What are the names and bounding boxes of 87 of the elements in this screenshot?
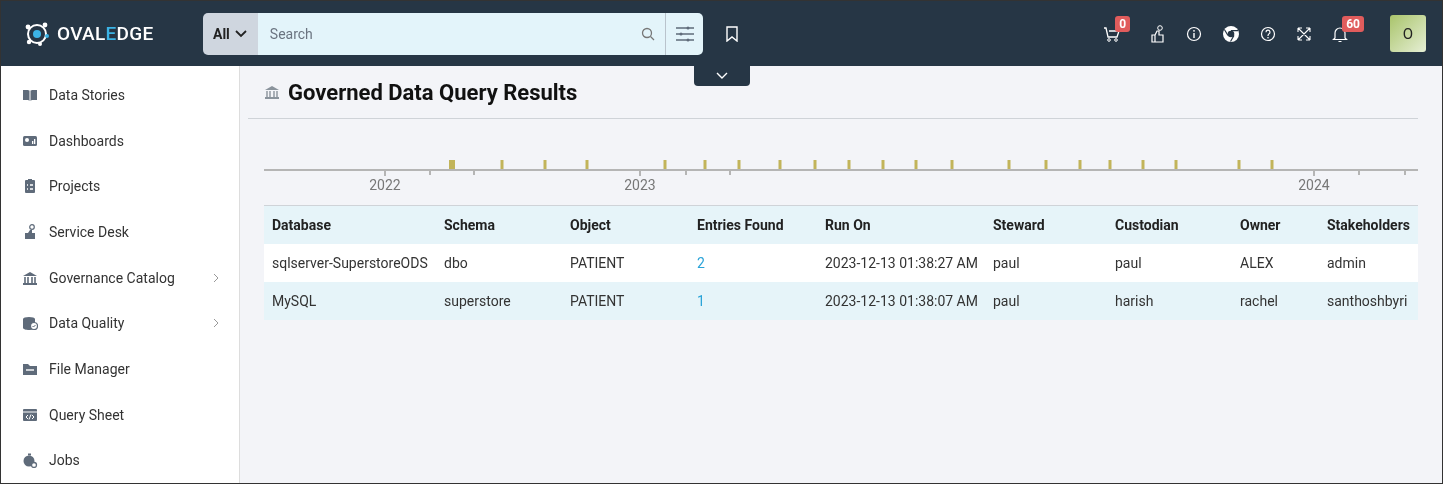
column-header: Custodian	[1114, 216, 1180, 235]
sliders-icon	[674, 24, 695, 43]
cart-count-badge: 0	[1115, 15, 1131, 32]
table-cell-text: paul	[1114, 254, 1143, 273]
jobs-icon	[22, 452, 38, 469]
table-cell-text: 2023-12-13 01:38:27 AM	[824, 254, 979, 273]
table-cell-text: harish	[1114, 292, 1155, 311]
fullscreen-icon[interactable]	[1296, 25, 1313, 42]
event-marker[interactable]	[1270, 160, 1274, 169]
page-title: Governed Data Query Results	[288, 79, 578, 105]
sidebar-item[interactable]: Query Sheet	[1, 391, 239, 438]
column-header: Object	[569, 216, 612, 235]
collapse-tab[interactable]	[694, 66, 750, 86]
user-avatar[interactable]: O	[1390, 15, 1426, 52]
chevron-icon	[716, 72, 728, 80]
event-marker[interactable]	[778, 160, 782, 169]
table-cell-text: paul	[992, 292, 1021, 311]
caret-icon	[233, 28, 248, 39]
clipboard-icon	[22, 178, 38, 195]
event-marker[interactable]	[543, 160, 547, 169]
scope-dropdown[interactable]: All	[203, 12, 258, 55]
column-header: Run On	[824, 216, 872, 235]
sidebar-item[interactable]: Data Stories	[1, 72, 239, 118]
search-input[interactable]: Search	[267, 24, 641, 43]
notification-count-badge: 60	[1342, 15, 1364, 32]
table-cell-text: PATIENT	[569, 292, 626, 311]
help-icon[interactable]	[1260, 25, 1277, 42]
event-marker[interactable]	[1174, 160, 1178, 169]
hand-icon[interactable]	[1150, 24, 1167, 43]
info-icon[interactable]	[1186, 25, 1203, 42]
event-marker[interactable]	[813, 160, 817, 169]
filter-button[interactable]	[665, 12, 703, 55]
column-header: Steward	[992, 216, 1046, 235]
sidebar-item[interactable]: Governance Catalog	[1, 254, 239, 301]
column-header: Owner	[1239, 216, 1282, 235]
sidebar-item[interactable]: Jobs	[1, 437, 239, 484]
table-cell-text: ALEX	[1239, 254, 1275, 273]
search-field[interactable]: Search	[257, 12, 665, 55]
search-icon	[641, 26, 655, 41]
event-marker[interactable]	[1108, 160, 1112, 169]
database-icon	[22, 315, 38, 332]
table-cell-text: paul	[992, 254, 1021, 273]
event-marker[interactable]	[847, 160, 851, 169]
column-header: Stakeholders	[1326, 216, 1410, 235]
table-cell-text: PATIENT	[569, 254, 626, 273]
column-header: Schema	[443, 216, 496, 235]
hand-icon	[22, 223, 38, 240]
table-cell-text: rachel	[1239, 292, 1279, 311]
bank-icon	[22, 269, 38, 286]
event-marker[interactable]	[1044, 160, 1048, 169]
bank-icon	[264, 84, 280, 100]
year-label: 2022	[369, 177, 401, 193]
table-cell-text: admin	[1326, 254, 1367, 273]
year-label: 2024	[1298, 177, 1330, 193]
event-marker[interactable]	[663, 160, 667, 169]
table-cell-text: superstore	[443, 292, 512, 311]
event-marker[interactable]	[1078, 160, 1082, 169]
sidebar-item[interactable]: File Manager	[1, 346, 239, 392]
table-cell-text: santhoshbyri	[1326, 292, 1409, 311]
event-marker[interactable]	[914, 160, 918, 169]
sidebar-item[interactable]: Service Desk	[1, 209, 239, 255]
event-marker[interactable]	[585, 160, 589, 169]
logo-icon	[23, 20, 51, 47]
bookmark-icon[interactable]	[725, 25, 739, 42]
column-header: Entries Found	[696, 216, 785, 235]
table-cell-text: 2023-12-13 01:38:07 AM	[824, 292, 979, 311]
column-header: Database	[271, 216, 332, 235]
event-marker[interactable]	[500, 160, 504, 169]
table-cell-text: dbo	[443, 254, 469, 273]
code-icon	[22, 406, 38, 423]
notification-icon[interactable]	[1332, 24, 1349, 43]
event-marker[interactable]	[449, 160, 455, 169]
sidebar-item[interactable]: Projects	[1, 163, 239, 209]
event-marker[interactable]	[1141, 160, 1145, 169]
event-marker[interactable]	[881, 160, 885, 169]
event-marker[interactable]	[950, 160, 954, 169]
year-label: 2023	[624, 177, 656, 193]
sidebar-item[interactable]: Data Quality	[1, 300, 239, 347]
sidebar-item[interactable]: Dashboards	[1, 117, 239, 164]
logo-text: OVALEDGE	[57, 22, 154, 45]
table-cell-text: sqlserver-SuperstoreODS	[271, 254, 429, 273]
event-marker[interactable]	[737, 160, 741, 169]
event-marker[interactable]	[1007, 160, 1011, 169]
event-marker[interactable]	[703, 160, 707, 169]
event-marker[interactable]	[1237, 160, 1241, 169]
browser-icon[interactable]	[1222, 24, 1241, 43]
table-cell-text: MySQL	[271, 292, 318, 311]
